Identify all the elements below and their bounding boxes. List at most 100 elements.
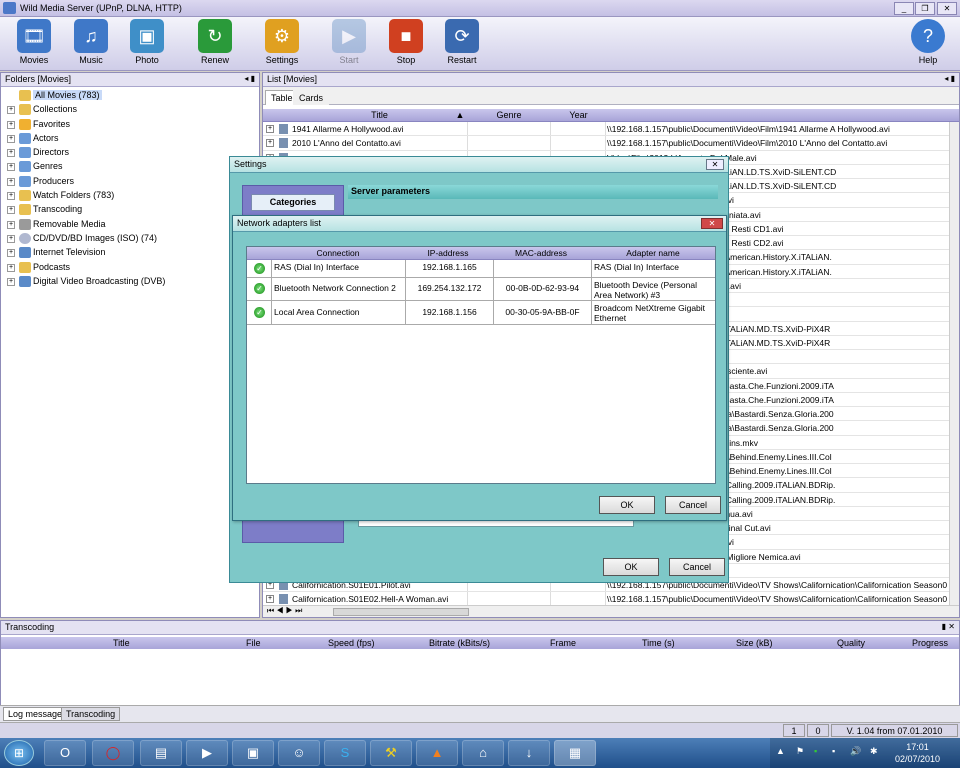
network-row[interactable]: ✓ Local Area Connection 192.168.1.156 00…: [247, 301, 715, 325]
navigator-buttons[interactable]: ⏮ ◀ ▶ ⏭: [267, 606, 302, 616]
expand-icon[interactable]: +: [266, 139, 274, 148]
column-bitrate[interactable]: Bitrate (kBits/s): [429, 638, 490, 648]
network-row[interactable]: ✓ RAS (Dial In) Interface 192.168.1.165 …: [247, 260, 715, 278]
tray-expand-icon[interactable]: ▲: [776, 746, 785, 756]
tree-item-directors[interactable]: + Directors: [5, 146, 259, 160]
pin-icon[interactable]: ▮ ✕: [942, 622, 955, 631]
column-frame[interactable]: Frame: [550, 638, 576, 648]
skype-icon[interactable]: S: [324, 740, 366, 766]
tree-item-all-movies[interactable]: All Movies (783): [5, 89, 259, 103]
renew-button[interactable]: ↻ Renew: [189, 19, 241, 71]
expand-icon[interactable]: +: [7, 234, 15, 243]
expand-icon[interactable]: +: [7, 206, 15, 215]
messenger-icon[interactable]: ☺: [278, 740, 320, 766]
tree-item-internet-television[interactable]: + Internet Television: [5, 246, 259, 260]
pin-icon[interactable]: ◂ ▮: [244, 74, 255, 83]
expand-icon[interactable]: +: [7, 192, 15, 201]
tree-item-dvb[interactable]: + Digital Video Broadcasting (DVB): [5, 275, 259, 289]
tree-item-favorites[interactable]: + Favorites: [5, 118, 259, 132]
expand-icon[interactable]: +: [7, 120, 15, 129]
volume-icon[interactable]: 🔊: [850, 746, 861, 757]
tree-item-transcoding[interactable]: + Transcoding: [5, 203, 259, 217]
close-icon[interactable]: ✕: [706, 159, 724, 170]
network-icon[interactable]: ⌂: [462, 740, 504, 766]
expand-icon[interactable]: +: [7, 277, 15, 286]
vlc-icon[interactable]: ▲: [416, 740, 458, 766]
network-status-icon[interactable]: ▪: [832, 746, 835, 756]
expand-icon[interactable]: +: [7, 149, 15, 158]
network-cancel-button[interactable]: Cancel: [665, 496, 721, 514]
column-ip-address[interactable]: IP-address: [405, 248, 491, 258]
network-ok-button[interactable]: OK: [599, 496, 655, 514]
start-button[interactable]: ▶ Start: [323, 19, 375, 71]
flag-icon[interactable]: ⚑: [796, 746, 804, 757]
explorer-icon[interactable]: ▤: [140, 740, 182, 766]
column-connection[interactable]: Connection: [273, 248, 403, 258]
tree-item-podcasts[interactable]: + Podcasts: [5, 261, 259, 275]
monitor-icon[interactable]: ▣: [232, 740, 274, 766]
tree-item-genres[interactable]: + Genres: [5, 160, 259, 174]
expand-icon[interactable]: +: [7, 263, 15, 272]
tray-app-icon[interactable]: ▪: [814, 746, 817, 756]
tree-item-disc-images[interactable]: + CD/DVD/BD Images (ISO) (74): [5, 232, 259, 246]
expand-icon[interactable]: +: [7, 177, 15, 186]
horizontal-scrollbar[interactable]: [333, 608, 469, 616]
tree-item-actors[interactable]: + Actors: [5, 132, 259, 146]
expand-icon[interactable]: +: [7, 220, 15, 229]
expand-icon[interactable]: +: [7, 249, 15, 258]
opera-icon[interactable]: ◯: [92, 740, 134, 766]
minimize-button[interactable]: _: [894, 2, 914, 15]
media-player-icon[interactable]: ▶: [186, 740, 228, 766]
clock[interactable]: 17:01 02/07/2010: [895, 741, 940, 765]
wms-icon[interactable]: ▦: [554, 740, 596, 766]
column-size[interactable]: Size (kB): [736, 638, 773, 648]
column-progress[interactable]: Progress: [912, 638, 948, 648]
close-icon[interactable]: ✕: [701, 218, 723, 229]
column-year[interactable]: Year: [551, 110, 606, 120]
pin-icon[interactable]: ◂ ▮: [944, 74, 955, 83]
bluetooth-icon[interactable]: ✱: [870, 746, 878, 757]
tree-item-removable-media[interactable]: + Removable Media: [5, 218, 259, 232]
download-icon[interactable]: ↓: [508, 740, 550, 766]
column-title[interactable]: Title: [292, 110, 467, 120]
network-row[interactable]: ✓ Bluetooth Network Connection 2 169.254…: [247, 278, 715, 301]
server-parameters-header: Server parameters: [348, 185, 718, 199]
column-mac-address[interactable]: MAC-address: [493, 248, 589, 258]
tab-cards[interactable]: Cards: [293, 90, 330, 105]
expand-icon[interactable]: +: [7, 134, 15, 143]
column-file[interactable]: File: [246, 638, 261, 648]
start-button[interactable]: ⊞: [4, 740, 34, 766]
column-title[interactable]: Title: [113, 638, 130, 648]
column-genre[interactable]: Genre: [468, 110, 550, 120]
grid-navigator[interactable]: ⏮ ◀ ▶ ⏭: [263, 605, 959, 617]
settings-ok-button[interactable]: OK: [603, 558, 659, 576]
photo-button[interactable]: ▣ Photo: [121, 19, 173, 71]
categories-button[interactable]: Categories: [251, 194, 335, 211]
movies-button[interactable]: 🎞 Movies: [8, 19, 60, 71]
stop-button[interactable]: ■ Stop: [380, 19, 432, 71]
music-button[interactable]: ♫ Music: [65, 19, 117, 71]
column-time[interactable]: Time (s): [642, 638, 675, 648]
vertical-scrollbar[interactable]: [949, 122, 959, 610]
table-row[interactable]: +2010 L'Anno del Contatto.avi \\192.168.1…: [263, 136, 949, 151]
settings-cancel-button[interactable]: Cancel: [669, 558, 725, 576]
expand-icon[interactable]: +: [266, 595, 274, 604]
column-quality[interactable]: Quality: [837, 638, 865, 648]
close-button[interactable]: ✕: [937, 2, 957, 15]
restart-button[interactable]: ⟳ Restart: [436, 19, 488, 71]
tab-transcoding[interactable]: Transcoding: [61, 707, 121, 721]
tree-item-watch-folders[interactable]: + Watch Folders (783): [5, 189, 259, 203]
expand-icon[interactable]: +: [7, 163, 15, 172]
column-speed[interactable]: Speed (fps): [328, 638, 375, 648]
outlook-icon[interactable]: O: [44, 740, 86, 766]
expand-icon[interactable]: +: [266, 125, 274, 133]
table-row[interactable]: +1941 Allarme A Hollywood.avi \\192.168.1…: [263, 122, 949, 137]
expand-icon[interactable]: +: [7, 106, 15, 115]
settings-button[interactable]: ⚙ Settings: [256, 19, 308, 71]
tool-icon[interactable]: ⚒: [370, 740, 412, 766]
column-adapter-name[interactable]: Adapter name: [591, 248, 715, 258]
help-button[interactable]: ? Help: [902, 19, 954, 71]
tree-item-producers[interactable]: + Producers: [5, 175, 259, 189]
tree-item-collections[interactable]: + Collections: [5, 103, 259, 117]
maximize-button[interactable]: ❐: [915, 2, 935, 15]
